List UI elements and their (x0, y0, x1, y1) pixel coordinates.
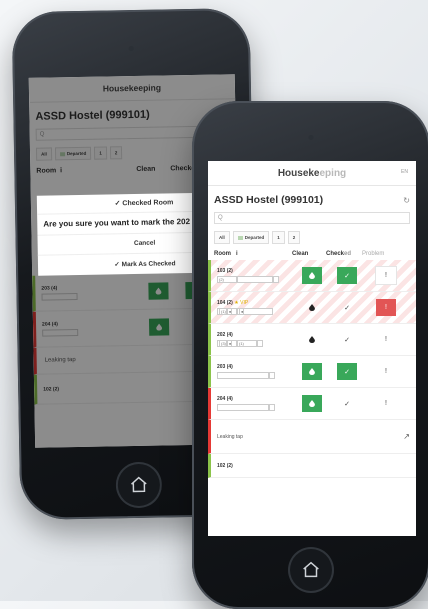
vip-badge: ★ VIP (234, 300, 249, 306)
app-title: Houseke (277, 167, 320, 179)
drop-icon (309, 272, 315, 279)
speaker-icon (128, 45, 134, 52)
checked-button[interactable]: ✓ (337, 299, 357, 316)
search-input[interactable]: Q (214, 212, 410, 224)
checked-button[interactable]: ✓ (337, 395, 357, 412)
problem-button[interactable]: ! (376, 331, 396, 348)
problem-button[interactable]: ! (376, 299, 396, 316)
filter-bar: All Departed 1 2 (208, 226, 416, 249)
filter-all[interactable]: All (214, 231, 230, 244)
clean-button[interactable] (302, 331, 322, 348)
refresh-icon[interactable]: ↻ (403, 196, 410, 205)
guest-box: (1) ● (217, 308, 237, 315)
guest-box (257, 340, 263, 347)
hostel-title: ASSD Hostel (999101) (214, 194, 324, 206)
table-row[interactable]: 202 (4) (3) ● (1) ✓ ! (208, 324, 416, 356)
problem-button[interactable]: ! (376, 395, 396, 412)
speaker-icon (308, 135, 314, 140)
status-dot-red-icon: ● (239, 308, 245, 315)
clean-button[interactable] (302, 267, 322, 284)
room-number: 104 (2) (217, 300, 233, 306)
col-clean: Clean (292, 251, 309, 257)
guest-box (217, 404, 269, 411)
guest-box (269, 372, 275, 379)
guest-count: (3) (219, 340, 227, 347)
col-checked-b: ed (344, 251, 352, 257)
drop-icon (309, 368, 315, 375)
column-headers: Room i Clean Checked Problem (208, 249, 416, 260)
home-button[interactable] (288, 547, 334, 593)
problem-note: Leaking tap ↗ (208, 420, 416, 454)
guest-box (237, 276, 273, 283)
guest-box (217, 372, 269, 379)
app-title-faded: eping (319, 167, 347, 179)
search-icon: Q (218, 215, 223, 221)
language-toggle[interactable]: EN (401, 169, 408, 175)
filter-1[interactable]: 1 (272, 231, 285, 244)
room-name: 203 (4) (217, 364, 233, 370)
filter-departed[interactable]: Departed (232, 231, 270, 244)
table-row[interactable]: 203 (4) ✓ ! (208, 356, 416, 388)
status-dot-green-icon: ● (226, 340, 233, 347)
table-row[interactable]: 103 (2) (2) ✓ ! (208, 260, 416, 292)
departed-swatch (237, 235, 243, 240)
room-name: 202 (4) (217, 332, 233, 338)
room-name: 102 (2) (217, 462, 233, 469)
problem-button[interactable]: ! (376, 363, 396, 380)
table-row[interactable]: 204 (4) ✓ ! (208, 388, 416, 420)
drop-icon (309, 304, 315, 311)
status-dot-green-icon: ● (226, 308, 233, 315)
filter-2[interactable]: 2 (287, 231, 301, 244)
guest-box: (2) (217, 276, 237, 283)
room-name: 204 (4) (217, 396, 233, 402)
checked-button[interactable]: ✓ (337, 363, 357, 380)
app-header: Houseke eping EN (208, 161, 416, 186)
guest-box: (1) (237, 340, 257, 347)
clean-button[interactable] (302, 363, 322, 380)
checked-button[interactable]: ✓ (337, 267, 357, 284)
note-text: Leaking tap (217, 433, 243, 440)
col-room: Room i (214, 251, 292, 257)
room-name: 103 (2) (217, 268, 233, 274)
col-room-label: Room (214, 251, 231, 257)
room-name: 104 (2) ★ VIP (217, 300, 295, 306)
col-checked: Checked (326, 251, 362, 257)
guest-box (269, 404, 275, 411)
front-phone: Houseke eping EN ASSD Hostel (999101) ↻ Q… (192, 101, 428, 609)
table-row[interactable]: 104 (2) ★ VIP (1) ● ● ✓ ! (208, 292, 416, 324)
drop-icon (309, 336, 315, 343)
clean-button[interactable] (302, 395, 322, 412)
col-problem: Problem (362, 251, 385, 257)
filter-label: Departed (244, 235, 265, 240)
checked-button[interactable]: ✓ (337, 331, 357, 348)
guest-count: (1) (219, 308, 227, 315)
front-screen: Houseke eping EN ASSD Hostel (999101) ↻ Q… (208, 161, 416, 536)
home-button[interactable] (115, 461, 163, 509)
guest-box: ● (237, 308, 273, 315)
col-checked-a: Check (326, 251, 345, 257)
problem-button[interactable]: ! (375, 266, 397, 285)
clean-button[interactable] (302, 299, 322, 316)
guest-box (273, 276, 279, 283)
drop-icon (309, 400, 315, 407)
home-icon (131, 476, 147, 493)
wrench-icon[interactable]: ↗ (403, 432, 410, 441)
home-icon (303, 561, 319, 578)
table-row[interactable]: 102 (2) (208, 454, 416, 478)
info-icon[interactable]: i (236, 251, 238, 257)
guest-box: (3) ● (217, 340, 237, 347)
